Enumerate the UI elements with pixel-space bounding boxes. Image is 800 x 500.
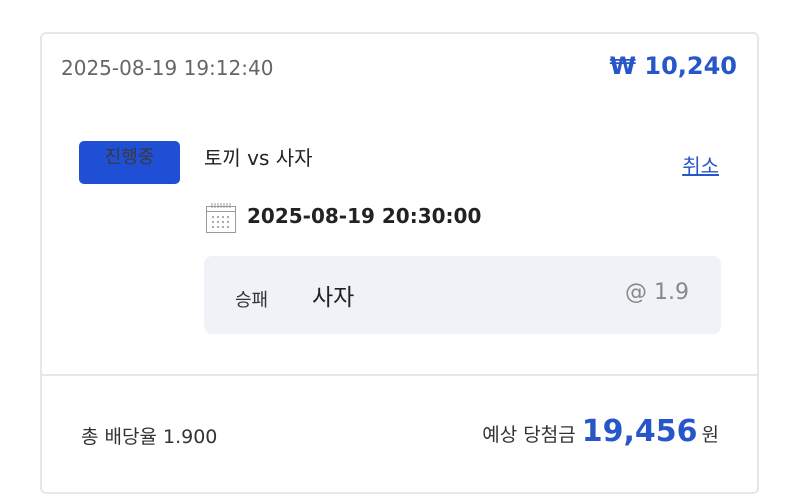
expected-payout-amount: 19,456: [581, 414, 698, 449]
expected-payout: 예상 당첨금 19,456 원: [482, 414, 719, 449]
bet-card: 2025-08-19 19:12:40 ₩ 10,240 진행중 토끼 vs 사…: [40, 32, 759, 494]
currency-unit: 원: [701, 424, 719, 446]
status-badge: 진행중: [79, 141, 180, 184]
event-time: 2025-08-19 20:30:00: [247, 204, 482, 228]
market-label: 승패: [235, 290, 269, 311]
total-odds: 총 배당율 1.900: [81, 426, 218, 448]
selection-label: 사자: [312, 285, 355, 311]
placed-datetime: 2025-08-19 19:12:40: [61, 56, 274, 80]
calendar-icon: [206, 203, 236, 233]
odds-value: @ 1.9: [625, 280, 689, 305]
match-title: 토끼 vs 사자: [204, 146, 313, 170]
cancel-link[interactable]: 취소: [682, 150, 719, 179]
stake-amount: ₩ 10,240: [609, 52, 737, 80]
pick-box: 승패 사자 @ 1.9: [204, 256, 721, 334]
divider: [42, 374, 757, 376]
expected-payout-label: 예상 당첨금: [482, 424, 576, 446]
